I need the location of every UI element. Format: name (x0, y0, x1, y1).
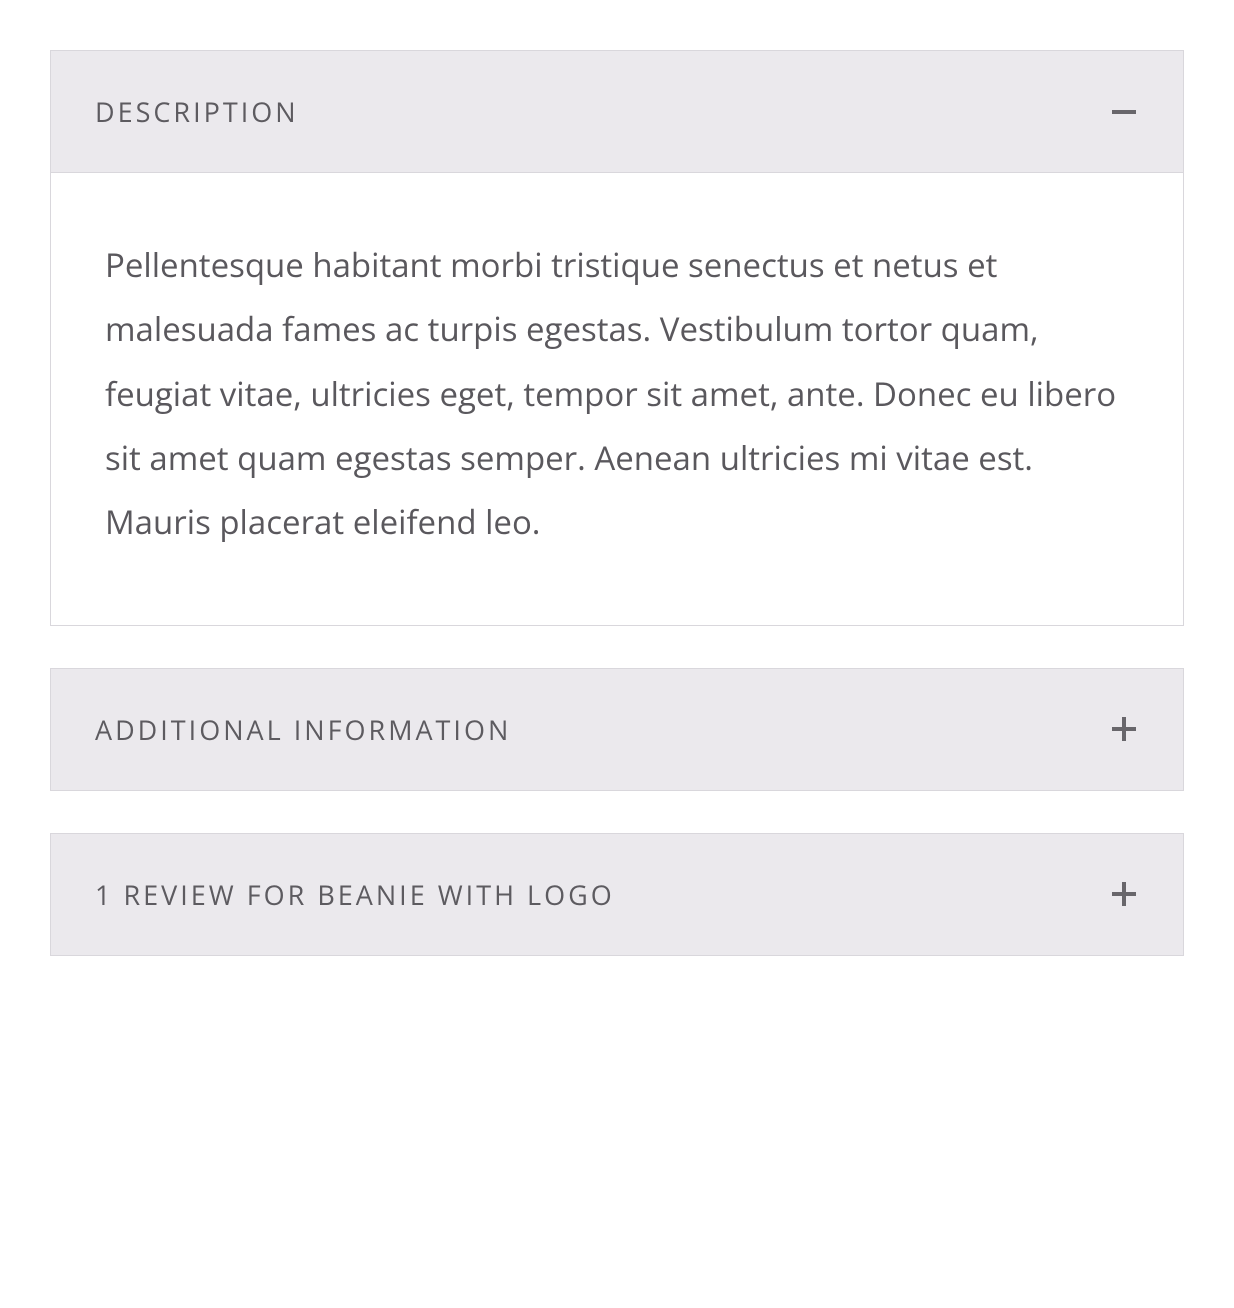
minus-icon (1109, 110, 1139, 114)
plus-icon (1109, 882, 1139, 906)
accordion-item-additional-info: ADDITIONAL INFORMATION (50, 668, 1184, 791)
accordion-title: DESCRIPTION (95, 93, 299, 130)
description-text: Pellentesque habitant morbi tristique se… (105, 233, 1129, 555)
accordion-header-additional-info[interactable]: ADDITIONAL INFORMATION (51, 669, 1183, 790)
accordion-header-reviews[interactable]: 1 REVIEW FOR BEANIE WITH LOGO (51, 834, 1183, 955)
accordion-item-description: DESCRIPTION Pellentesque habitant morbi … (50, 50, 1184, 626)
accordion-container: DESCRIPTION Pellentesque habitant morbi … (50, 50, 1184, 956)
accordion-header-description[interactable]: DESCRIPTION (51, 51, 1183, 172)
accordion-item-reviews: 1 REVIEW FOR BEANIE WITH LOGO (50, 833, 1184, 956)
accordion-title: 1 REVIEW FOR BEANIE WITH LOGO (95, 876, 615, 913)
plus-icon (1109, 717, 1139, 741)
accordion-content-description: Pellentesque habitant morbi tristique se… (51, 172, 1183, 625)
accordion-title: ADDITIONAL INFORMATION (95, 711, 511, 748)
